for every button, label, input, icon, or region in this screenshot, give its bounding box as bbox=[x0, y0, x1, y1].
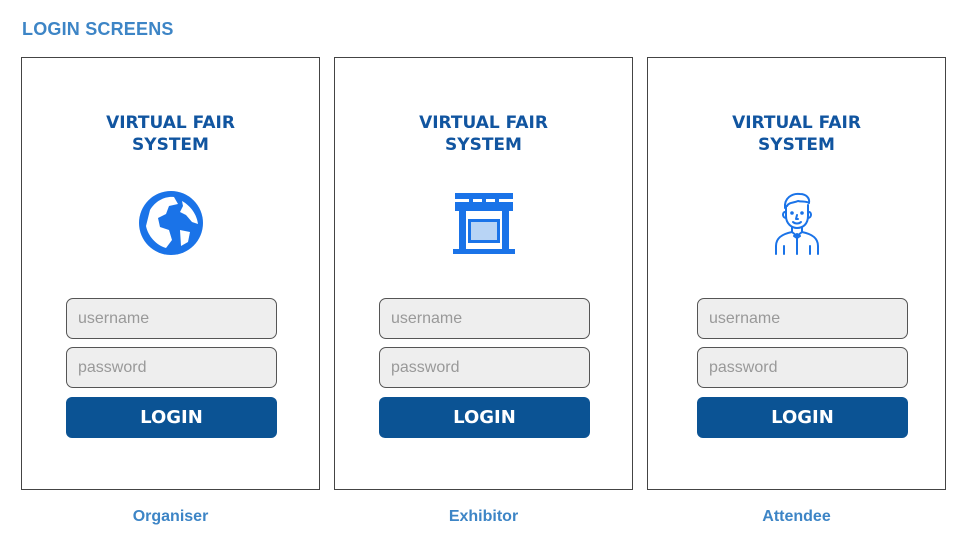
password-field[interactable] bbox=[697, 347, 908, 388]
role-label-attendee: Attendee bbox=[762, 508, 831, 525]
login-button[interactable]: LOGIN bbox=[379, 397, 590, 438]
panel-heading: VIRTUAL FAIR SYSTEM bbox=[335, 112, 632, 156]
panel-heading-line2: SYSTEM bbox=[445, 135, 522, 155]
role-label-exhibitor: Exhibitor bbox=[448, 508, 519, 525]
page-title: LOGIN SCREENS bbox=[22, 19, 174, 39]
panel-heading: VIRTUAL FAIR SYSTEM bbox=[648, 112, 945, 156]
login-button[interactable]: LOGIN bbox=[697, 397, 908, 438]
username-field[interactable] bbox=[66, 298, 277, 339]
panel-heading-line2: SYSTEM bbox=[132, 135, 209, 155]
panel-heading: VIRTUAL FAIR SYSTEM bbox=[22, 112, 319, 156]
username-field[interactable] bbox=[697, 298, 908, 339]
login-panel-exhibitor: VIRTUAL FAIR SYSTEM LOGIN bbox=[334, 57, 633, 490]
login-panel-organiser: VIRTUAL FAIR SYSTEM LOGIN bbox=[21, 57, 320, 490]
username-field[interactable] bbox=[379, 298, 590, 339]
globe-icon bbox=[136, 188, 206, 258]
password-field[interactable] bbox=[66, 347, 277, 388]
login-button[interactable]: LOGIN bbox=[66, 397, 277, 438]
password-field[interactable] bbox=[379, 347, 590, 388]
panel-heading-line1: VIRTUAL FAIR bbox=[419, 113, 548, 133]
person-icon bbox=[762, 188, 832, 258]
panel-heading-line2: SYSTEM bbox=[758, 135, 835, 155]
panel-heading-line1: VIRTUAL FAIR bbox=[106, 113, 235, 133]
panel-heading-line1: VIRTUAL FAIR bbox=[732, 113, 861, 133]
booth-icon bbox=[449, 188, 519, 258]
login-panel-attendee: VIRTUAL FAIR SYSTEM username LOGIN bbox=[647, 57, 946, 490]
role-label-organiser: Organiser bbox=[132, 508, 209, 525]
